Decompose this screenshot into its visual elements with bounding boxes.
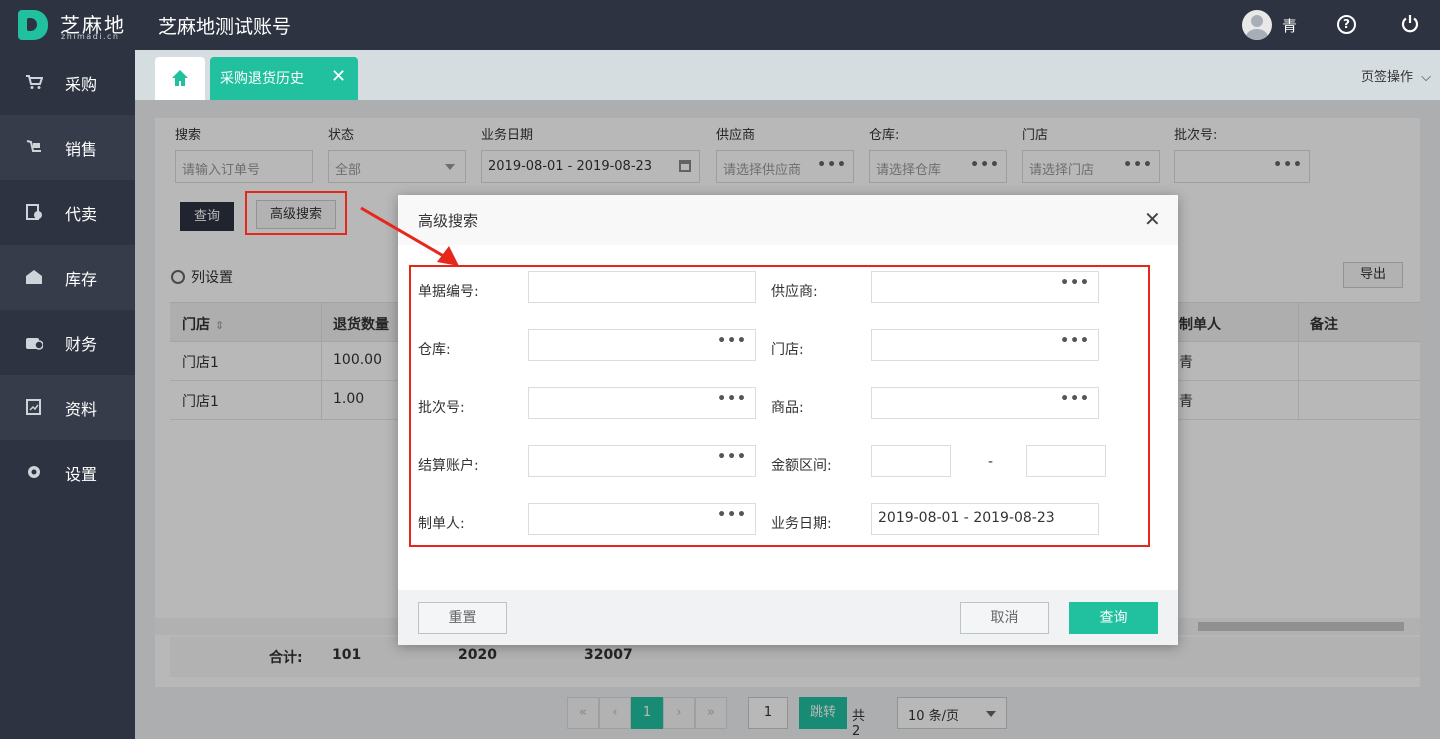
top-bar: 芝麻地 zhimadi.cn 芝麻地测试账号 青 ? (0, 0, 1440, 50)
sidebar: 采购 销售 代卖 库存 财务 资料 设置 (0, 50, 135, 739)
sidebar-item-label: 财务 (65, 335, 98, 354)
dialog-query-button[interactable]: 查询 (1069, 602, 1158, 634)
home-icon (172, 70, 188, 86)
sales-icon (26, 140, 41, 152)
finance-icon (26, 338, 43, 350)
sidebar-item-inventory[interactable]: 库存 (0, 245, 135, 310)
warehouse-icon (26, 270, 42, 284)
sidebar-item-label: 销售 (65, 140, 98, 159)
annotation-arrow-icon (360, 206, 459, 266)
dialog-header: 高级搜索 ✕ (398, 195, 1178, 245)
sidebar-item-finance[interactable]: 财务 (0, 310, 135, 375)
chevron-down-icon: ⌵ (1421, 70, 1432, 85)
logo-mark-icon (18, 10, 48, 40)
sidebar-item-label: 采购 (65, 75, 98, 94)
close-icon[interactable]: ✕ (331, 66, 346, 87)
sidebar-item-label: 设置 (65, 465, 98, 484)
question-circle-icon[interactable]: ? (1337, 15, 1356, 34)
annotation-highlight-box (409, 265, 1150, 547)
tab-ops-label: 页签操作 (1361, 70, 1414, 85)
tab-label: 采购退货历史 (220, 71, 304, 87)
sidebar-item-label: 资料 (65, 400, 98, 419)
close-icon[interactable]: ✕ (1144, 207, 1161, 231)
sidebar-item-purchase[interactable]: 采购 (0, 50, 135, 115)
avatar[interactable] (1242, 10, 1272, 40)
tab-purchase-return-history[interactable]: 采购退货历史 ✕ (210, 57, 358, 100)
tab-home[interactable] (155, 57, 205, 100)
cancel-button[interactable]: 取消 (960, 602, 1049, 634)
cart-icon (26, 75, 43, 89)
sidebar-item-settings[interactable]: 设置 (0, 440, 135, 505)
sidebar-item-sales[interactable]: 销售 (0, 115, 135, 180)
account-title: 芝麻地测试账号 (158, 16, 292, 38)
logo[interactable]: 芝麻地 zhimadi.cn (18, 10, 128, 42)
sidebar-item-data[interactable]: 资料 (0, 375, 135, 440)
user-name[interactable]: 青 (1282, 15, 1297, 36)
power-icon[interactable] (1400, 14, 1420, 34)
reset-button[interactable]: 重置 (418, 602, 507, 634)
annotation-highlight-box (245, 191, 347, 235)
dialog-footer: 重置 取消 查询 (398, 590, 1178, 645)
sidebar-item-label: 代卖 (65, 205, 98, 224)
tab-bar: 采购退货历史 ✕ 页签操作 ⌵ (135, 50, 1440, 100)
data-icon (26, 399, 41, 415)
gear-icon (28, 466, 40, 478)
tab-operations-menu[interactable]: 页签操作 ⌵ (1361, 66, 1431, 85)
sidebar-item-consign[interactable]: 代卖 (0, 180, 135, 245)
consign-icon (26, 204, 42, 220)
logo-subtext: zhimadi.cn (61, 32, 120, 41)
sidebar-item-label: 库存 (65, 270, 98, 289)
